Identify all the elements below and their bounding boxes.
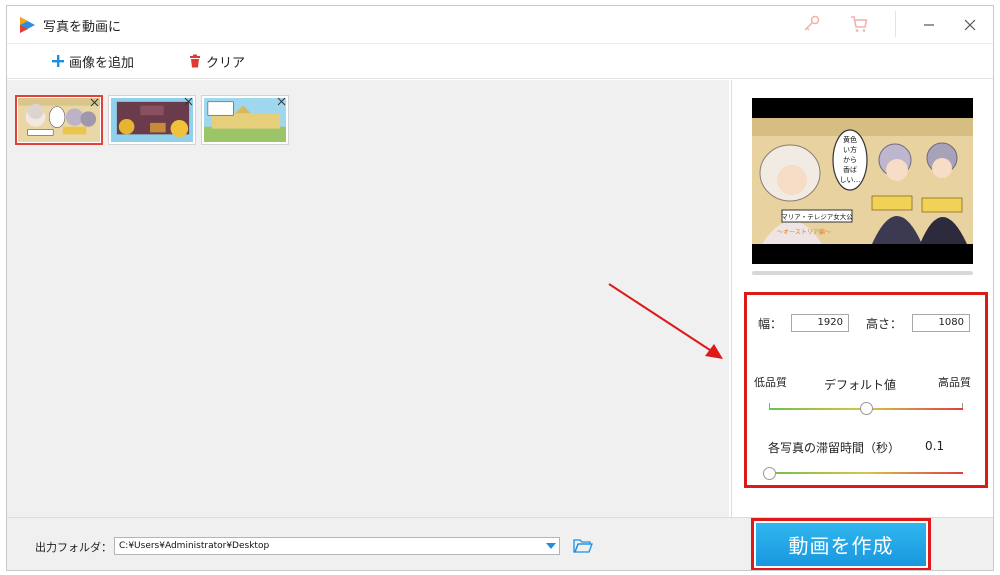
low-quality-label: 低品質: [754, 376, 787, 389]
preview-caption: マリア・テレジア女大公: [781, 212, 853, 221]
trash-icon: [190, 54, 200, 68]
manga-thumbnail-image: [111, 98, 193, 142]
output-settings-box: 幅： 1920 高さ： 1080 低品質 デフォルト値 高品質 各写真の滞留時間…: [744, 292, 988, 488]
app-logo-icon: [20, 17, 35, 33]
duration-value: 0.1: [925, 439, 945, 453]
image-thumbnail-1[interactable]: [15, 95, 103, 145]
chevron-down-icon: [546, 543, 556, 549]
toolbar: 画像を追加 クリア: [7, 43, 993, 79]
high-quality-label: 高品質: [938, 376, 971, 389]
clear-button[interactable]: クリア: [188, 50, 245, 72]
manga-thumbnail-image: [204, 98, 286, 142]
minimize-icon[interactable]: [918, 14, 940, 36]
create-video-label: 動画を作成: [756, 523, 926, 566]
bottom-bar: 出力フォルダ： C:¥Users¥Administrator¥Desktop 動…: [7, 517, 993, 570]
height-input[interactable]: 1080: [912, 314, 970, 332]
output-folder-label: 出力フォルダ：: [35, 541, 112, 554]
width-label: 幅：: [758, 317, 783, 331]
duration-slider-track[interactable]: [769, 472, 963, 474]
clear-label: クリア: [206, 55, 246, 71]
default-quality-label: デフォルト値: [824, 378, 897, 392]
app-window: 写真を動画に 画像を追加 クリア 黄色 い方 から 香ば しい… マリア・テレジ…: [6, 5, 994, 571]
remove-image-2-icon[interactable]: [184, 97, 193, 106]
height-label: 高さ：: [866, 317, 903, 331]
add-images-button[interactable]: 画像を追加: [51, 50, 134, 72]
quality-slider-knob[interactable]: [859, 402, 873, 415]
key-icon[interactable]: [802, 14, 822, 34]
svg-text:香ば: 香ば: [843, 165, 857, 174]
image-thumbnail-3[interactable]: [201, 95, 289, 145]
create-video-button[interactable]: 動画を作成: [751, 518, 931, 570]
titlebar-separator: [895, 11, 896, 37]
add-images-label: 画像を追加: [69, 55, 135, 71]
close-icon[interactable]: [959, 14, 981, 36]
duration-label: 各写真の滞留時間（秒）: [768, 441, 901, 455]
svg-text:黄色: 黄色: [843, 135, 857, 144]
duration-slider-knob[interactable]: [762, 467, 776, 480]
folder-open-icon[interactable]: [573, 538, 593, 554]
window-title: 写真を動画に: [43, 20, 122, 35]
video-preview: 黄色 い方 から 香ば しい… マリア・テレジア女大公 ～オーストリア編～: [752, 98, 973, 264]
output-path-value: C:¥Users¥Administrator¥Desktop: [119, 541, 270, 551]
path-dropdown-button[interactable]: [543, 538, 559, 554]
plus-icon: [52, 55, 64, 67]
annotation-arrow-icon: [608, 283, 723, 359]
svg-text:い方: い方: [843, 145, 857, 154]
svg-text:から: から: [843, 156, 857, 164]
output-path-field[interactable]: C:¥Users¥Administrator¥Desktop: [114, 537, 560, 555]
preview-progress-bar[interactable]: [752, 271, 973, 275]
settings-panel: 黄色 い方 から 香ば しい… マリア・テレジア女大公 ～オーストリア編～ 幅：…: [731, 80, 993, 517]
preview-image: 黄色 い方 から 香ば しい… マリア・テレジア女大公 ～オーストリア編～: [752, 98, 973, 264]
remove-image-1-icon[interactable]: [90, 98, 99, 107]
svg-text:しい…: しい…: [840, 176, 861, 184]
width-input[interactable]: 1920: [791, 314, 849, 332]
title-bar: 写真を動画に: [7, 6, 993, 43]
manga-thumbnail-image: [18, 98, 100, 142]
cart-icon[interactable]: [849, 14, 869, 34]
preview-sub-caption: ～オーストリア編～: [777, 228, 831, 236]
remove-image-3-icon[interactable]: [277, 97, 286, 106]
image-thumbnail-2[interactable]: [108, 95, 196, 145]
